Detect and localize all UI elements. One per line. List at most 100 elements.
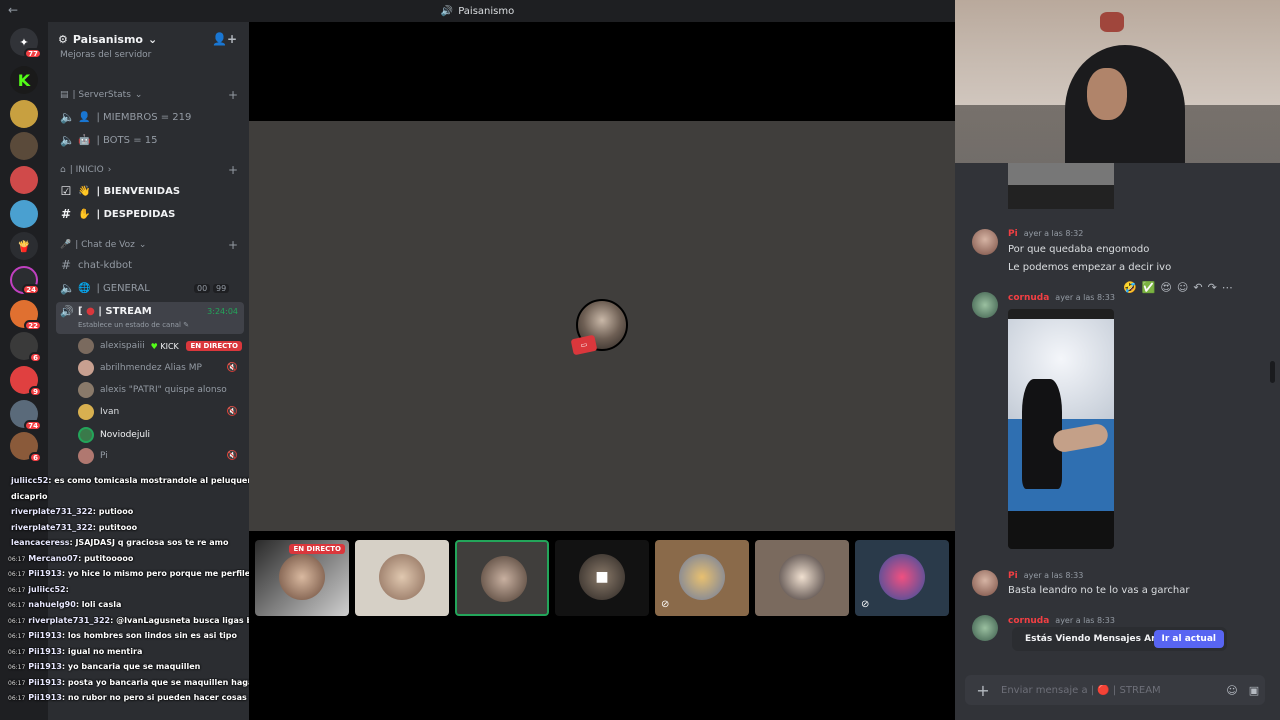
add-member-icon[interactable]: 👤+ (212, 32, 237, 46)
voice-user[interactable]: Pi 🔇 (78, 448, 242, 464)
author-name[interactable]: Pi (1008, 229, 1018, 239)
voice-user[interactable]: Ivan 🔇 (78, 404, 242, 420)
channel-bienvenidas[interactable]: ☑ 👋 | BIENVENIDAS (60, 184, 180, 198)
channel-bots[interactable]: 🔈 🤖 | BOTS = 15 (60, 133, 157, 147)
chat-username: juliicc52 (11, 476, 49, 485)
channel-stream[interactable]: 🔊 [ ● | STREAM 3:24:04 Establece un esta… (56, 302, 244, 334)
unread-badge: 74 (24, 420, 42, 431)
forward-icon[interactable]: ↷ (1208, 281, 1217, 294)
channel-general[interactable]: 🔈 🌐 | GENERAL 00 99 (60, 281, 240, 295)
streamer-face (1087, 68, 1127, 120)
scrollbar-thumb[interactable] (1270, 361, 1275, 383)
chevron-down-icon: ⌄ (138, 240, 147, 250)
participant-tile[interactable]: EN DIRECTO (255, 540, 349, 616)
server-icon[interactable] (10, 100, 38, 128)
avatar[interactable] (972, 615, 998, 641)
speaker-icon: 🔈 (60, 110, 75, 124)
add-channel-icon[interactable]: + (228, 238, 238, 252)
avatar[interactable] (972, 570, 998, 596)
participant-tile[interactable]: ■ (555, 540, 649, 616)
boost-link[interactable]: Mejoras del servidor (60, 50, 151, 60)
chat-username: nahuelg90 (28, 600, 76, 609)
laugh-emoji-icon[interactable]: 🤣 (1123, 281, 1137, 294)
avatar (78, 448, 94, 464)
emoji-picker-icon[interactable]: ☺ (1221, 684, 1243, 697)
channel-miembros[interactable]: 🔈 👤 | MIEMBROS = 219 (60, 110, 191, 124)
timestamp: ayer a las 8:33 (1023, 571, 1084, 580)
message-composer: + ☺ ▣ (965, 675, 1265, 705)
participant-tile[interactable]: ⊘ (655, 540, 749, 616)
speaker-icon: 🔈 (60, 133, 75, 147)
voice-user[interactable]: alexis "PATRI" quispe alonso (78, 382, 242, 398)
more-icon[interactable]: ⋯ (1222, 281, 1233, 294)
category-voz[interactable]: 🎤 | Chat de Voz ⌄ + (60, 238, 238, 252)
avatar[interactable] (972, 292, 998, 318)
participant-tile[interactable] (455, 540, 549, 616)
server-icon[interactable]: 9 (10, 366, 42, 397)
server-icon[interactable] (10, 200, 38, 228)
chat-text: : los hombres son lindos sin es asi tipo (61, 631, 237, 640)
server-icon[interactable]: 6 (10, 332, 42, 363)
message-image[interactable] (1008, 309, 1114, 549)
server-icon[interactable]: 74 (10, 400, 42, 431)
chat-text: : no rubor no pero si pueden hacer cosas (61, 693, 247, 702)
message-input[interactable] (1001, 684, 1221, 696)
add-attachment-icon[interactable]: + (965, 681, 1001, 700)
author-name[interactable]: Pi (1008, 571, 1018, 581)
unread-badge: 6 (29, 352, 42, 363)
kick-server-icon[interactable]: K (10, 66, 38, 94)
participant-tiles: EN DIRECTO ■ ⊘ ⊘ (249, 531, 955, 720)
gift-icon[interactable]: ▣ (1243, 684, 1265, 697)
channel-status[interactable]: Establece un estado de canal ✎ (78, 321, 189, 329)
reply-icon[interactable]: ↶ (1193, 281, 1202, 294)
avatar (78, 427, 94, 443)
author-name[interactable]: cornuda (1008, 616, 1049, 626)
chat-username: Pii1913 (28, 662, 62, 671)
chat-username: Pii1913 (28, 631, 62, 640)
chat-time: 06:17 (8, 648, 26, 656)
back-arrow-icon[interactable]: ← (8, 3, 18, 17)
robot-icon: 🤖 (78, 134, 91, 146)
participant-tile[interactable] (355, 540, 449, 616)
check-emoji-icon[interactable]: ✅ (1142, 281, 1156, 294)
voice-user[interactable]: alexispaiii ♥ KICK EN DIRECTO (78, 338, 242, 354)
category-serverstats[interactable]: ▤ | ServerStats ⌄ + (60, 88, 238, 102)
old-messages-bar: Estás Viendo Mensajes Antiguos Ir al act… (1012, 627, 1227, 651)
channel-despedidas[interactable]: # ✋ | DESPEDIDAS (60, 207, 175, 221)
person-icon: 👤 (78, 111, 91, 123)
chat-text: : JSAJDASJ q graciosa sos te re amo (69, 538, 229, 547)
add-channel-icon[interactable]: + (228, 163, 238, 177)
channel-chat-kdbot[interactable]: # chat-kdbot (60, 258, 132, 272)
category-inicio[interactable]: ⌂ | INICIO › + (60, 163, 238, 177)
participant-tile[interactable]: ⊘ (855, 540, 949, 616)
server-icon[interactable]: 22 (10, 300, 42, 331)
avatar (78, 404, 94, 420)
voice-user[interactable]: Noviodejuli (78, 427, 242, 443)
stream-timer: 3:24:04 (207, 307, 238, 316)
add-channel-icon[interactable]: + (228, 88, 238, 102)
stream-channel-name: [ ● | STREAM (78, 306, 152, 317)
focused-user-avatar[interactable]: ▭ (570, 299, 628, 356)
heart-eyes-emoji-icon[interactable]: 😍 (1160, 281, 1171, 294)
message-attachment[interactable] (1008, 163, 1114, 209)
server-icon: ⚙ (58, 32, 68, 46)
add-reaction-icon[interactable]: ☺ (1177, 281, 1188, 294)
chat-username: Pii1913 (28, 677, 62, 687)
voice-user[interactable]: abrilhmendez Alias MP 🔇 (78, 360, 242, 376)
unread-badge: 22 (24, 320, 42, 331)
jump-to-present-button[interactable]: Ir al actual (1153, 630, 1224, 648)
participant-tile[interactable] (755, 540, 849, 616)
discord-home-icon[interactable]: ✦ 77 (10, 28, 42, 59)
avatar[interactable] (972, 229, 998, 255)
server-icon[interactable] (10, 132, 38, 160)
unread-badge: 77 (24, 48, 42, 59)
server-icon[interactable]: 6 (10, 432, 42, 463)
streamer-webcam (955, 0, 1280, 163)
server-icon[interactable] (10, 166, 38, 194)
voice-stage: ▭ (249, 121, 955, 531)
message-actions: 🤣 ✅ 😍 ☺ ↶ ↷ ⋯ (1123, 281, 1233, 294)
author-name[interactable]: cornuda (1008, 293, 1049, 303)
fries-server-icon[interactable]: 🍟 (10, 232, 38, 260)
message-header: Pi ayer a las 8:33 (1008, 571, 1083, 581)
server-icon[interactable]: 24 (10, 266, 40, 295)
